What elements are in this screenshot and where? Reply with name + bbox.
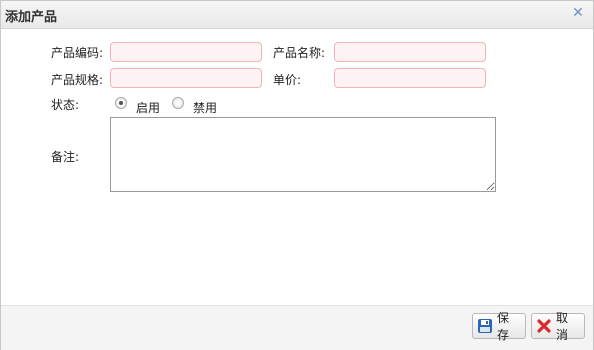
status-enabled-radio[interactable] <box>115 97 127 109</box>
dialog-footer: 保存 取消 <box>1 305 593 350</box>
product-name-input[interactable] <box>334 42 486 62</box>
product-spec-input[interactable] <box>110 68 262 88</box>
product-code-label: 产品编码: <box>51 46 104 60</box>
save-button[interactable]: 保存 <box>472 311 526 342</box>
add-product-dialog: 添加产品 ✕ 产品编码: 产品名称: 产品规格: 单价: 状态: 启用 禁用 备… <box>0 0 594 350</box>
save-button-label: 保存 <box>497 311 510 342</box>
dialog-content: 产品编码: 产品名称: 产品规格: 单价: 状态: 启用 禁用 备注: <box>1 29 593 305</box>
dialog-title: 添加产品 <box>5 10 58 25</box>
cancel-button[interactable]: 取消 <box>531 311 585 342</box>
status-disabled-label[interactable]: 禁用 <box>193 99 217 116</box>
unit-price-label: 单价: <box>273 73 302 87</box>
close-icon[interactable]: ✕ <box>571 6 585 20</box>
status-enabled-label[interactable]: 启用 <box>136 99 160 116</box>
save-icon <box>477 318 493 334</box>
cancel-icon <box>536 318 552 334</box>
remark-textarea[interactable] <box>110 117 496 192</box>
remark-label: 备注: <box>51 150 80 164</box>
product-code-input[interactable] <box>110 42 262 62</box>
product-name-label: 产品名称: <box>273 46 326 60</box>
status-label: 状态: <box>51 98 80 112</box>
product-spec-label: 产品规格: <box>51 73 104 87</box>
unit-price-input[interactable] <box>334 68 486 88</box>
cancel-button-label: 取消 <box>556 311 569 342</box>
dialog-titlebar[interactable]: 添加产品 ✕ <box>1 1 593 29</box>
status-disabled-radio[interactable] <box>172 97 184 109</box>
